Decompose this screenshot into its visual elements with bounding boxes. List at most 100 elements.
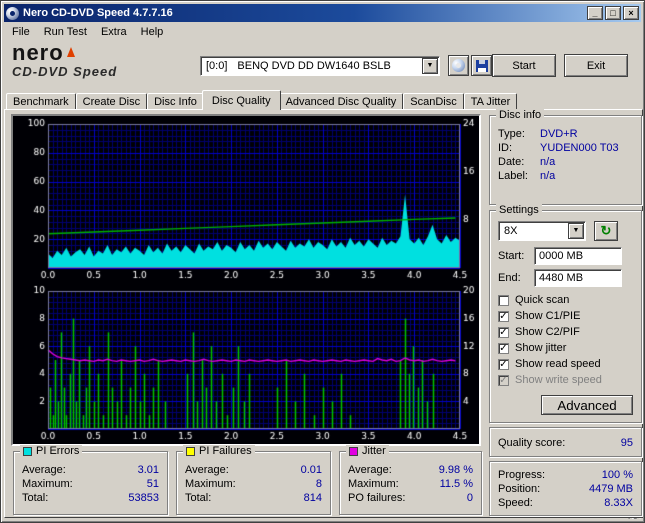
checkbox-show-jitter[interactable]: Show jitter [498,342,633,354]
advanced-button[interactable]: Advanced [541,395,633,415]
chart-panel [11,114,481,446]
close-button[interactable]: × [623,6,639,20]
start-position-field[interactable]: 0000 MB [534,247,622,265]
close-icon: × [628,7,634,18]
checkbox-box [498,358,509,370]
pi-failures-swatch [186,446,195,456]
tab-scandisc[interactable]: ScanDisc [403,93,464,110]
drive-select-arrow[interactable]: ▼ [422,58,438,74]
tab-disc-quality[interactable]: Disc Quality [201,90,281,110]
toolbar: nero CD-DVD Speed [0:0] BENQ DVD DD DW164… [4,41,641,90]
menu-run-test[interactable]: Run Test [37,24,94,40]
jitter-average-value: 9.98 % [438,464,473,476]
tab-advanced-disc-quality[interactable]: Advanced Disc Quality [278,93,404,110]
eject-disc-button[interactable] [448,55,469,76]
settings-title: Settings [496,204,542,216]
tab-ta-jitter[interactable]: TA Jitter [463,93,518,110]
menu-file[interactable]: File [5,24,37,40]
jitter-stats-group: Jitter Average: 9.98 % Maximum: 11.5 % PO … [339,445,482,515]
menu-bar: File Run Test Extra Help [4,22,641,41]
window-controls: _ □ × [587,6,639,20]
drive-bus: [0:0] [206,60,228,72]
position-value: 4479 MB [588,483,633,495]
checkbox-box [498,310,509,322]
tab-benchmark[interactable]: Benchmark [6,93,76,110]
chevron-down-icon: ▼ [572,227,580,234]
progress-group: Progress: 100 % Position: 4479 MB Speed: 8.… [489,461,642,516]
app-window: Nero CD-DVD Speed 4.7.7.16 _ □ × File Ru… [0,0,645,523]
start-button[interactable]: Start [492,54,556,77]
quality-score-value: 95 [620,437,633,449]
pi-errors-swatch [23,446,32,456]
settings-checkboxes: Quick scan Show C1/PIE Show C2/PIF Show … [490,289,641,386]
quality-score-group: Quality score: 95 [489,427,642,457]
checkbox-show-write-speed: Show write speed [498,374,633,386]
disc-id-value: YUDEN000 T03 [540,142,619,154]
checkbox-box [498,294,509,306]
tab-strip: Benchmark Create Disc Disc Info Disc Qua… [6,90,641,110]
logo-product-text: CD-DVD Speed [12,64,118,79]
tab-create-disc[interactable]: Create Disc [75,93,148,110]
pi-failures-title: PI Failures [199,445,252,457]
disc-type-value: DVD+R [540,128,578,140]
disc-label-value: n/a [540,170,556,182]
exit-button[interactable]: Exit [564,54,628,77]
pie-average-value: 3.01 [137,464,159,476]
app-icon [6,6,19,20]
title-bar[interactable]: Nero CD-DVD Speed 4.7.7.16 _ □ × [4,4,641,22]
pi-errors-chart [14,117,478,283]
pi-failures-jitter-chart [14,284,478,444]
disc-icon [452,59,465,72]
menu-help[interactable]: Help [134,24,171,40]
position-label: Position: [498,483,541,495]
progress-value: 100 % [601,469,633,481]
save-icon [475,59,488,72]
jitter-title: Jitter [362,445,386,457]
menu-extra[interactable]: Extra [94,24,134,40]
disc-type-label: Type: [498,128,525,140]
checkbox-show-c2-pif[interactable]: Show C2/PIF [498,326,633,338]
speed-label: Speed: [498,497,533,509]
pif-maximum-value: 8 [315,478,322,490]
refresh-icon: ↻ [600,223,612,238]
logo-brand-text: nero [12,40,64,65]
jitter-swatch [349,446,358,456]
disc-id-label: ID: [498,142,513,154]
end-position-field[interactable]: 4480 MB [534,269,622,287]
disc-quality-page: Disc info Type: DVD+R ID: YUDEN000 T03 Dat… [4,109,643,518]
end-field-label: End: [498,272,521,284]
disc-info-group: Disc info Type: DVD+R ID: YUDEN000 T03 Dat… [489,109,642,205]
jitter-maximum-value: 11.5 % [439,478,473,490]
disc-date-label: Date: [498,156,525,168]
maximize-icon: □ [610,7,616,18]
checkbox-show-read-speed[interactable]: Show read speed [498,358,633,370]
settings-group: Settings 8X ▼ ↻ Start: 0000 MB End: 4480 M… [489,204,642,423]
save-results-button[interactable] [471,55,492,76]
pi-errors-stats-group: PI Errors Average: 3.01 Maximum: 51 Total:… [13,445,168,515]
pie-maximum-value: 51 [146,478,159,490]
pi-errors-title: PI Errors [36,445,80,457]
pie-total-value: 53853 [128,492,159,504]
checkbox-show-c1-pie[interactable]: Show C1/PIE [498,310,633,322]
checkbox-box [498,342,509,354]
window-title: Nero CD-DVD Speed 4.7.7.16 [23,7,173,19]
refresh-button[interactable]: ↻ [594,221,618,241]
po-failures-value: 0 [466,492,473,504]
flame-icon [66,47,75,57]
start-field-label: Start: [498,250,525,262]
chevron-down-icon: ▼ [426,62,434,69]
minimize-icon: _ [592,7,598,18]
speed-value: 8.33X [604,497,633,509]
drive-name: BENQ DVD DD DW1640 BSLB [237,60,391,72]
maximize-button[interactable]: □ [605,6,621,20]
minimize-button[interactable]: _ [587,6,603,20]
scan-speed-select[interactable]: 8X ▼ [498,221,586,241]
tab-disc-info[interactable]: Disc Info [147,93,204,110]
drive-select[interactable]: [0:0] BENQ DVD DD DW1640 BSLB ▼ [200,56,440,76]
checkbox-quick-scan[interactable]: Quick scan [498,294,633,306]
checkbox-box [498,326,509,338]
checkbox-box [498,374,509,386]
progress-label: Progress: [498,469,546,481]
scan-speed-arrow[interactable]: ▼ [568,223,584,239]
scan-speed-value: 8X [504,225,518,237]
